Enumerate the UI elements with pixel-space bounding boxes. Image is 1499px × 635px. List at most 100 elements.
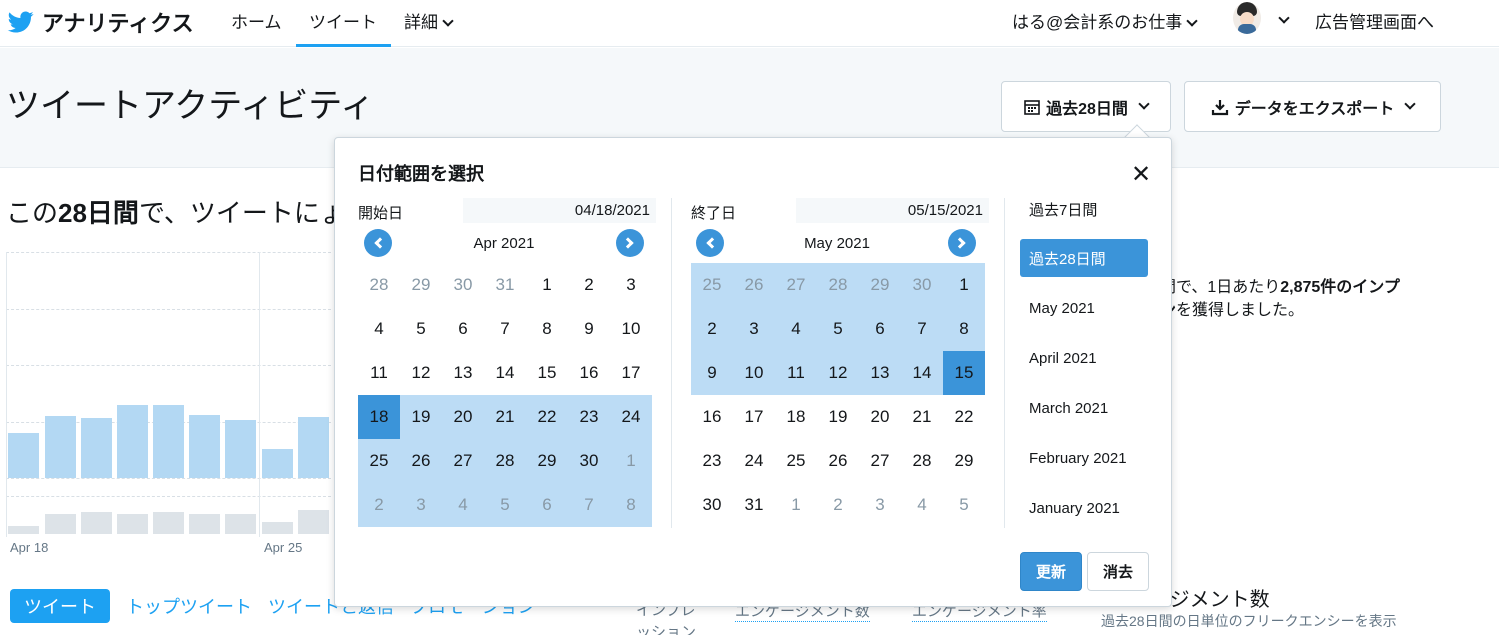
calendar-day[interactable]: 13 [859, 351, 901, 395]
tab-top-tweets[interactable]: トップツイート [126, 593, 252, 619]
calendar-day[interactable]: 16 [691, 395, 733, 439]
chart-bar[interactable] [225, 420, 256, 478]
chart-bar[interactable] [189, 415, 220, 478]
end-date-input[interactable] [796, 198, 989, 223]
calendar-day[interactable]: 28 [901, 439, 943, 483]
calendar-day[interactable]: 30 [442, 263, 484, 307]
calendar-day[interactable]: 29 [859, 263, 901, 307]
calendar-day[interactable]: 25 [691, 263, 733, 307]
calendar-day[interactable]: 3 [859, 483, 901, 527]
account-menu[interactable]: はる@会計系のお仕事 [1012, 8, 1198, 33]
calendar-day[interactable]: 8 [526, 307, 568, 351]
next-month-icon[interactable] [616, 229, 644, 257]
prev-month-icon[interactable] [696, 229, 724, 257]
calendar-day[interactable]: 20 [859, 395, 901, 439]
calendar-day[interactable]: 19 [817, 395, 859, 439]
ads-link[interactable]: 広告管理画面へ [1315, 8, 1434, 33]
calendar-day[interactable]: 7 [484, 307, 526, 351]
calendar-day[interactable]: 14 [901, 351, 943, 395]
calendar-day[interactable]: 28 [358, 263, 400, 307]
calendar-day[interactable]: 25 [775, 439, 817, 483]
export-button[interactable]: データをエクスポート [1184, 81, 1441, 132]
chart-bar[interactable] [153, 405, 184, 478]
calendar-day[interactable]: 2 [817, 483, 859, 527]
tab-tweets[interactable]: ツイート [10, 589, 110, 623]
calendar-day[interactable]: 6 [442, 307, 484, 351]
calendar-day[interactable]: 30 [901, 263, 943, 307]
calendar-day[interactable]: 28 [484, 439, 526, 483]
calendar-day[interactable]: 15 [526, 351, 568, 395]
preset-last-28-days[interactable]: 過去28日間 [1020, 239, 1148, 277]
calendar-day[interactable]: 12 [400, 351, 442, 395]
calendar-day[interactable]: 1 [526, 263, 568, 307]
calendar-day[interactable]: 12 [817, 351, 859, 395]
calendar-day[interactable]: 27 [859, 439, 901, 483]
calendar-day[interactable]: 15 [943, 351, 985, 395]
preset-march-2021[interactable]: March 2021 [1020, 389, 1148, 427]
date-range-button[interactable]: 過去28日間 [1001, 81, 1171, 132]
calendar-day[interactable]: 9 [691, 351, 733, 395]
calendar-day[interactable]: 24 [733, 439, 775, 483]
calendar-day[interactable]: 4 [901, 483, 943, 527]
calendar-day[interactable]: 3 [610, 263, 652, 307]
chart-bar[interactable] [8, 433, 39, 478]
calendar-day[interactable]: 23 [691, 439, 733, 483]
calendar-day[interactable]: 31 [484, 263, 526, 307]
calendar-day[interactable]: 23 [568, 395, 610, 439]
calendar-day[interactable]: 22 [526, 395, 568, 439]
brand[interactable]: アナリティクス [6, 6, 194, 38]
calendar-day[interactable]: 29 [400, 263, 442, 307]
calendar-day[interactable]: 8 [943, 307, 985, 351]
calendar-day[interactable]: 5 [817, 307, 859, 351]
calendar-day[interactable]: 11 [358, 351, 400, 395]
calendar-day[interactable]: 8 [610, 483, 652, 527]
nav-home[interactable]: ホーム [231, 8, 282, 33]
calendar-day[interactable]: 10 [610, 307, 652, 351]
calendar-day[interactable]: 29 [526, 439, 568, 483]
calendar-day[interactable]: 21 [901, 395, 943, 439]
calendar-day[interactable]: 1 [775, 483, 817, 527]
calendar-day[interactable]: 4 [442, 483, 484, 527]
calendar-day[interactable]: 30 [691, 483, 733, 527]
calendar-day[interactable]: 2 [568, 263, 610, 307]
preset-february-2021[interactable]: February 2021 [1020, 439, 1148, 477]
update-button[interactable]: 更新 [1020, 552, 1082, 591]
chart-bar[interactable] [81, 418, 112, 478]
calendar-day[interactable]: 21 [484, 395, 526, 439]
calendar-day[interactable]: 4 [358, 307, 400, 351]
clear-button[interactable]: 消去 [1087, 552, 1149, 591]
preset-april-2021[interactable]: April 2021 [1020, 339, 1148, 377]
calendar-day[interactable]: 17 [733, 395, 775, 439]
calendar-day[interactable]: 27 [775, 263, 817, 307]
calendar-day[interactable]: 2 [691, 307, 733, 351]
calendar-day[interactable]: 2 [358, 483, 400, 527]
avatar[interactable] [1233, 2, 1261, 34]
calendar-day[interactable]: 9 [568, 307, 610, 351]
calendar-day[interactable]: 30 [568, 439, 610, 483]
chart-bar[interactable] [262, 449, 293, 478]
calendar-day[interactable]: 26 [400, 439, 442, 483]
calendar-day[interactable]: 26 [733, 263, 775, 307]
calendar-day[interactable]: 13 [442, 351, 484, 395]
calendar-day[interactable]: 16 [568, 351, 610, 395]
chart-bar[interactable] [117, 405, 148, 478]
nav-more[interactable]: 詳細 [404, 8, 454, 33]
calendar-day[interactable]: 5 [484, 483, 526, 527]
calendar-day[interactable]: 6 [526, 483, 568, 527]
calendar-day[interactable]: 25 [358, 439, 400, 483]
calendar-day[interactable]: 29 [943, 439, 985, 483]
calendar-day[interactable]: 5 [400, 307, 442, 351]
preset-last-7-days[interactable]: 過去7日間 [1020, 190, 1148, 228]
calendar-day[interactable]: 10 [733, 351, 775, 395]
preset-may-2021[interactable]: May 2021 [1020, 289, 1148, 327]
calendar-day[interactable]: 7 [568, 483, 610, 527]
calendar-day[interactable]: 4 [775, 307, 817, 351]
chevron-down-icon[interactable] [1278, 12, 1290, 24]
nav-tweets[interactable]: ツイート [296, 8, 391, 47]
close-icon[interactable]: ✕ [1131, 160, 1151, 189]
calendar-day[interactable]: 24 [610, 395, 652, 439]
calendar-day[interactable]: 27 [442, 439, 484, 483]
calendar-day[interactable]: 7 [901, 307, 943, 351]
calendar-day[interactable]: 11 [775, 351, 817, 395]
calendar-day[interactable]: 1 [610, 439, 652, 483]
